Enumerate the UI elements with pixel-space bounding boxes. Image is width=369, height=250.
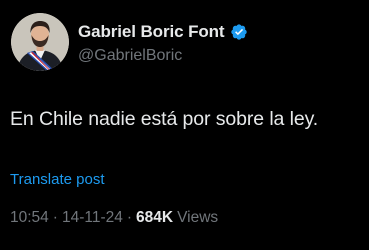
post-text: En Chile nadie está por sobre la ley. <box>10 108 319 130</box>
avatar-photo-icon <box>11 13 69 71</box>
translate-post-link[interactable]: Translate post <box>10 171 105 188</box>
post-date[interactable]: 14-11-24 <box>62 209 123 227</box>
views-count: 684K <box>136 209 174 226</box>
post-meta: 10:54 · 14-11-24 · 684K Views <box>10 209 218 227</box>
views-label: Views <box>177 209 219 226</box>
post-time[interactable]: 10:54 <box>10 209 49 227</box>
author-avatar[interactable] <box>11 13 69 71</box>
meta-separator: · <box>52 209 58 226</box>
author-handle[interactable]: @GabrielBoric <box>78 47 182 65</box>
author-display-name[interactable]: Gabriel Boric Font <box>78 22 225 42</box>
meta-separator: · <box>126 209 133 226</box>
verified-badge-icon <box>230 23 248 41</box>
author-name-row[interactable]: Gabriel Boric Font <box>78 22 248 42</box>
